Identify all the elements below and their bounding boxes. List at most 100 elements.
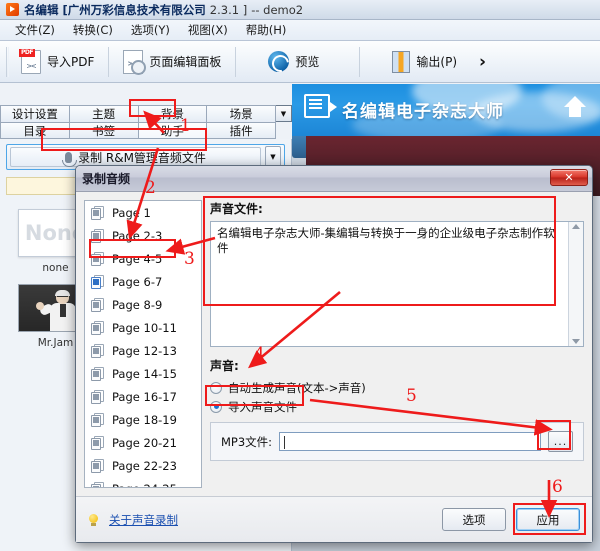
sound-label: 声音:: [210, 359, 239, 373]
window-title: 名编辑 [广州万彩信息技术有限公司 2.3.1 ] -- demo2: [24, 2, 303, 18]
list-item[interactable]: Page 6-7: [85, 270, 201, 293]
toolbar-overflow-icon[interactable]: ›: [479, 52, 486, 72]
audio-page-icon: [91, 435, 106, 450]
audio-page-icon: [91, 274, 106, 289]
radio-button[interactable]: [210, 400, 222, 413]
lightbulb-icon: [88, 513, 99, 526]
banner-title: 名编辑电子杂志大师: [342, 102, 504, 122]
avatar-hand: [36, 302, 44, 310]
list-item[interactable]: Page 12-13: [85, 339, 201, 362]
list-item[interactable]: Page 24-25: [85, 477, 201, 488]
audio-page-icon: [91, 412, 106, 427]
list-item-label: Page 14-15: [112, 366, 177, 381]
dialog-footer: 关于声音录制 选项 应用: [76, 496, 592, 542]
toolbar-button-import-pdf[interactable]: 导入PDF: [9, 45, 106, 79]
list-item-label: Page 4-5: [112, 251, 163, 266]
radio-import-file[interactable]: 导入声音文件: [210, 397, 584, 416]
audio-page-icon: [91, 320, 106, 335]
list-item[interactable]: Page 18-19: [85, 408, 201, 431]
toolbar-label-import-pdf: 导入PDF: [47, 55, 95, 69]
output-book-icon: [392, 50, 411, 73]
audio-page-icon: [91, 458, 106, 473]
tab-catalog[interactable]: 目录: [0, 122, 70, 139]
magazine-banner: 名编辑电子杂志大师: [292, 84, 600, 136]
toolbar-divider: [108, 46, 110, 77]
list-item-label: Page 22-23: [112, 458, 177, 473]
mp3-file-group: MP3文件: ...: [210, 422, 584, 461]
apply-button[interactable]: 应用: [516, 508, 580, 531]
tab-label: 助手: [160, 123, 184, 138]
toolbar-button-page-editor[interactable]: 页面编辑面板: [111, 45, 233, 79]
tab-bookmark[interactable]: 书签: [68, 122, 139, 139]
list-item[interactable]: Page 14-15: [85, 362, 201, 385]
list-item[interactable]: Page 10-11: [85, 316, 201, 339]
menu-item-help[interactable]: 帮助(H): [237, 20, 296, 40]
list-item-label: Page 1: [112, 205, 151, 220]
record-audio-dialog: 录制音频 ✕ Page 1 Page 2-3 Page 4-5 Page 6-7…: [75, 165, 593, 543]
list-item[interactable]: Page 20-21: [85, 431, 201, 454]
scroll-down-icon[interactable]: [572, 339, 580, 344]
preview-refresh-icon: [268, 51, 290, 72]
scroll-up-icon[interactable]: [572, 224, 580, 229]
list-item[interactable]: Page 1: [85, 201, 201, 224]
list-item-label: Page 8-9: [112, 297, 163, 312]
window-title-doc: -- demo2: [251, 2, 304, 17]
window-title-app: 名编辑: [24, 2, 59, 17]
list-item[interactable]: Page 16-17: [85, 385, 201, 408]
tab-label: 书签: [92, 123, 116, 138]
window-title-version: 2.3.1 ]: [209, 2, 248, 17]
home-icon[interactable]: [564, 96, 586, 117]
tab-background[interactable]: 背景: [137, 105, 208, 122]
radio-import-file-label: 导入声音文件: [228, 399, 297, 414]
mp3-file-label: MP3文件:: [221, 434, 273, 449]
sound-file-text: 名编辑电子杂志大师-集编辑与转换于一身的企业级电子杂志制作软件: [217, 226, 555, 255]
toolbar-button-preview[interactable]: 预览: [238, 45, 331, 79]
list-item[interactable]: Page 2-3: [85, 224, 201, 247]
window-titlebar: 名编辑 [广州万彩信息技术有限公司 2.3.1 ] -- demo2: [0, 0, 600, 20]
audio-page-icon: [91, 389, 106, 404]
panel-tabs: 设计设置 主题 背景 场景 ▼ 目录 书签 助手 插件 ▼: [0, 105, 292, 139]
menu-item-convert[interactable]: 转换(C): [64, 20, 122, 40]
browse-button[interactable]: ...: [548, 431, 573, 452]
tab-scene[interactable]: 场景: [206, 105, 276, 122]
tab-label: 场景: [229, 107, 253, 121]
dialog-title: 录制音频: [82, 172, 131, 186]
close-icon[interactable]: ✕: [550, 169, 588, 186]
tab-plugin[interactable]: 插件: [206, 122, 276, 139]
list-item-label: Page 2-3: [112, 228, 163, 243]
menu-item-options[interactable]: 选项(Y): [122, 20, 179, 40]
toolbar-label-page-editor: 页面编辑面板: [149, 55, 222, 69]
list-item-label: Page 24-25: [112, 482, 177, 488]
about-recording-link[interactable]: 关于声音录制: [109, 512, 178, 528]
tab-label: 主题: [92, 107, 116, 121]
record-audio-label: 录制 R&M管理音频文件: [78, 150, 206, 165]
tab-assistant[interactable]: 助手: [137, 122, 208, 139]
list-item-label: Page 12-13: [112, 343, 177, 358]
menu-item-file[interactable]: 文件(Z): [6, 20, 64, 40]
list-item[interactable]: Page 4-5: [85, 247, 201, 270]
page-list[interactable]: Page 1 Page 2-3 Page 4-5 Page 6-7 Page 8…: [84, 200, 202, 488]
list-item-label: Page 16-17: [112, 389, 177, 404]
tab-theme[interactable]: 主题: [68, 105, 139, 122]
sound-file-textarea[interactable]: 名编辑电子杂志大师-集编辑与转换于一身的企业级电子杂志制作软件: [210, 221, 584, 347]
dialog-right-column: 声音文件: 名编辑电子杂志大师-集编辑与转换于一身的企业级电子杂志制作软件 声音…: [210, 200, 584, 488]
menu-item-view[interactable]: 视图(X): [179, 20, 237, 40]
radio-auto-generate-label: 自动生成声音(文本->声音): [228, 380, 366, 395]
tabs-more-dropdown-icon[interactable]: ▼: [275, 105, 292, 122]
audio-page-icon: [91, 343, 106, 358]
radio-auto-generate[interactable]: 自动生成声音(文本->声音): [210, 378, 584, 397]
toolbar-divider: [235, 46, 237, 77]
audio-page-icon: [91, 228, 106, 243]
list-item[interactable]: Page 22-23: [85, 454, 201, 477]
textarea-scrollbar[interactable]: [568, 222, 583, 346]
toolbar-button-output[interactable]: 输出(P): [362, 45, 469, 79]
radio-button[interactable]: [210, 381, 222, 394]
tab-label: 背景: [160, 107, 184, 121]
record-audio-button[interactable]: 录制 R&M管理音频文件: [10, 147, 261, 167]
options-button[interactable]: 选项: [442, 508, 506, 531]
mp3-file-input[interactable]: [279, 432, 541, 451]
list-item[interactable]: Page 8-9: [85, 293, 201, 316]
audio-page-icon: [91, 297, 106, 312]
tab-design-settings[interactable]: 设计设置: [0, 105, 70, 122]
tab-label: 目录: [23, 123, 47, 138]
